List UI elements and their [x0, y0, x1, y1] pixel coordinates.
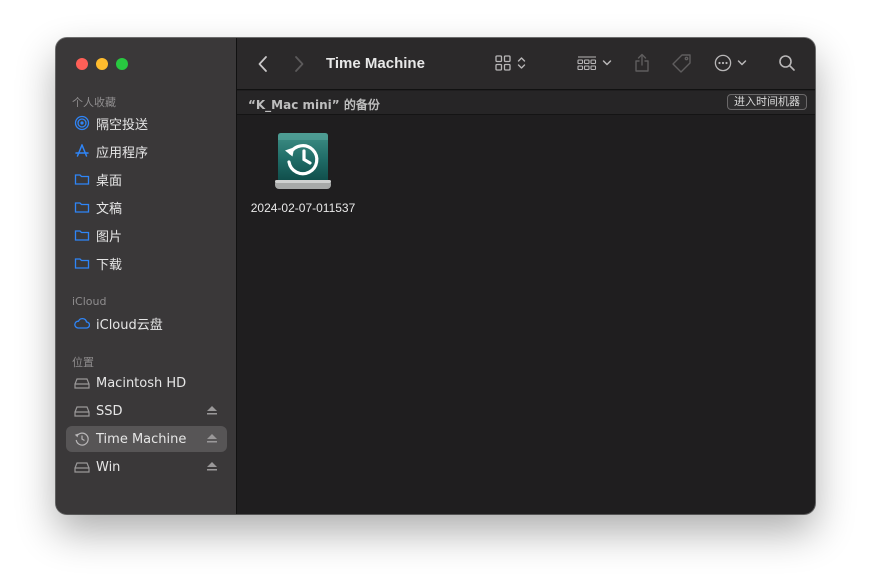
chevron-left-icon: [258, 56, 267, 72]
more-actions-button[interactable]: [714, 54, 747, 72]
window-title: Time Machine: [326, 55, 425, 72]
sidebar-item-applications[interactable]: 应用程序: [66, 138, 227, 164]
group-button[interactable]: [577, 55, 612, 71]
sidebar-item-label: Win: [96, 459, 121, 475]
search-icon: [779, 55, 795, 71]
share-button[interactable]: [634, 53, 650, 73]
close-button[interactable]: [76, 58, 88, 70]
sidebar: 个人收藏 隔空投送 应用程序 桌面 文稿 图片 下载 iCloud iCloud…: [56, 38, 237, 514]
sidebar-item-ssd[interactable]: SSD: [66, 398, 227, 424]
file-browser: 2024-02-07-011537: [237, 116, 815, 514]
disk-icon: [74, 459, 90, 475]
section-title-locations: 位置: [72, 356, 94, 369]
disk-icon: [74, 403, 90, 419]
folder-icon: [74, 171, 90, 187]
sidebar-item-label: iCloud云盘: [96, 317, 163, 333]
sidebar-item-label: 下载: [96, 257, 123, 273]
folder-icon: [74, 227, 90, 243]
airdrop-icon: [74, 115, 90, 131]
eject-icon[interactable]: [206, 432, 218, 444]
folder-icon: [74, 199, 90, 215]
sidebar-item-label: Time Machine: [96, 431, 187, 447]
search-button[interactable]: [778, 54, 796, 72]
backup-source-label: “K_Mac mini” 的备份: [248, 98, 380, 112]
sidebar-item-downloads[interactable]: 下载: [66, 250, 227, 276]
icon-view-icon: [495, 55, 511, 71]
view-mode-button[interactable]: [495, 55, 526, 71]
forward-button[interactable]: [293, 55, 305, 73]
time-machine-icon: [74, 431, 90, 447]
sidebar-item-label: 文稿: [96, 201, 123, 217]
sidebar-item-label: 应用程序: [96, 145, 149, 161]
more-icon: [714, 54, 732, 72]
disk-icon: [74, 375, 90, 391]
sidebar-item-documents[interactable]: 文稿: [66, 194, 227, 220]
sidebar-item-label: 隔空投送: [96, 117, 149, 133]
sidebar-item-airdrop[interactable]: 隔空投送: [66, 110, 227, 136]
backup-folder-item[interactable]: 2024-02-07-011537: [247, 132, 359, 216]
sidebar-item-pictures[interactable]: 图片: [66, 222, 227, 248]
toolbar: Time Machine: [237, 38, 815, 90]
finder-window: 个人收藏 隔空投送 应用程序 桌面 文稿 图片 下载 iCloud iCloud…: [56, 38, 815, 514]
section-title-icloud: iCloud: [72, 295, 107, 308]
chevron-down-icon: [737, 60, 747, 66]
sidebar-item-time-machine[interactable]: Time Machine: [66, 426, 227, 452]
sidebar-item-label: Macintosh HD: [96, 375, 187, 391]
sidebar-item-icloud-drive[interactable]: iCloud云盘: [66, 310, 227, 336]
eject-icon[interactable]: [206, 460, 218, 472]
sidebar-item-desktop[interactable]: 桌面: [66, 166, 227, 192]
chevron-right-icon: [295, 56, 304, 72]
chevron-updown-icon: [517, 57, 526, 69]
chevron-down-icon: [602, 60, 612, 66]
sidebar-item-label: SSD: [96, 403, 123, 419]
eject-icon[interactable]: [206, 404, 218, 416]
share-icon: [635, 53, 649, 72]
cloud-icon: [74, 315, 90, 331]
applications-icon: [74, 143, 90, 159]
back-button[interactable]: [257, 55, 269, 73]
zoom-button[interactable]: [116, 58, 128, 70]
sidebar-item-win[interactable]: Win: [66, 454, 227, 480]
time-machine-drive-icon: [275, 133, 331, 189]
tag-button[interactable]: [671, 53, 693, 73]
section-title-favorites: 个人收藏: [72, 96, 116, 109]
enter-time-machine-button[interactable]: 进入时间机器: [727, 94, 807, 110]
backup-header-bar: “K_Mac mini” 的备份 进入时间机器: [237, 91, 815, 115]
window-controls: [76, 58, 128, 70]
sidebar-item-label: 图片: [96, 229, 123, 245]
group-icon: [577, 56, 597, 71]
file-name: 2024-02-07-011537: [250, 201, 356, 215]
sidebar-item-label: 桌面: [96, 173, 123, 189]
folder-icon: [74, 255, 90, 271]
sidebar-item-macintosh-hd[interactable]: Macintosh HD: [66, 370, 227, 396]
minimize-button[interactable]: [96, 58, 108, 70]
tag-icon: [672, 54, 691, 73]
